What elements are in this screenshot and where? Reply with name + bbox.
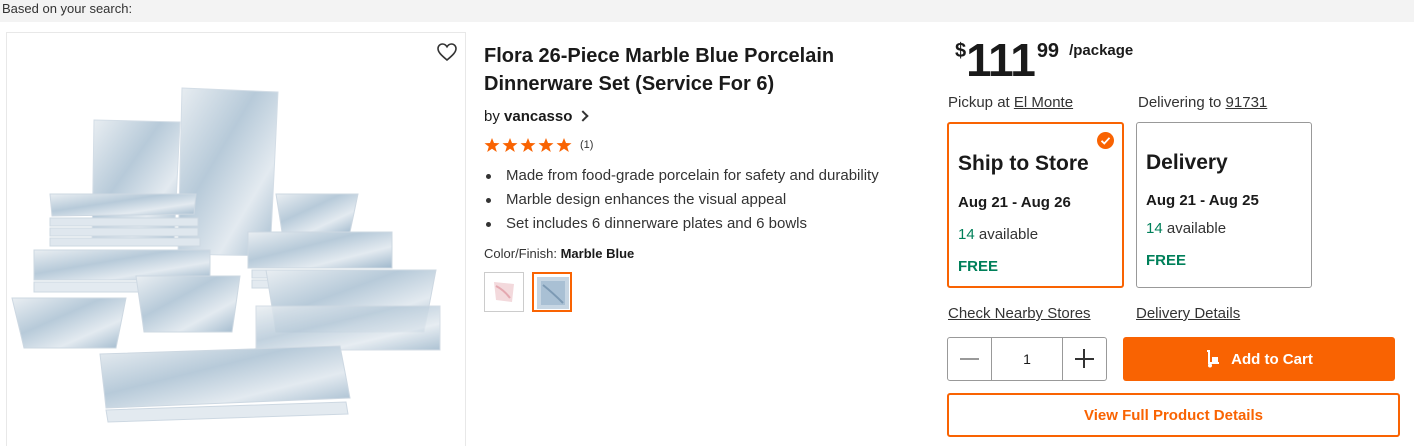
pickup-label: Pickup at <box>948 94 1010 111</box>
star-icon <box>502 138 518 152</box>
view-details-label: View Full Product Details <box>1084 406 1263 424</box>
option-cost: FREE <box>1146 252 1187 269</box>
star-icon <box>556 138 572 152</box>
add-to-cart-button[interactable]: Add to Cart <box>1123 337 1395 381</box>
color-value: Marble Blue <box>560 246 635 261</box>
pickup-store-link[interactable]: El Monte <box>1014 94 1073 111</box>
swatch-marble-blue[interactable] <box>532 272 572 312</box>
price-currency: $ <box>955 40 967 62</box>
available-label: available <box>978 226 1039 243</box>
rating-count[interactable]: (1) <box>580 139 593 151</box>
feature-list: Made from food-grade porcelain for safet… <box>484 164 879 236</box>
brand-name[interactable]: vancasso <box>504 108 572 125</box>
rating[interactable]: (1) <box>484 136 593 154</box>
star-icon <box>484 138 500 152</box>
option-availability: 14 available <box>958 226 1038 243</box>
option-title: Delivery <box>1146 151 1228 174</box>
available-count: 14 <box>958 226 975 243</box>
price-unit: /package <box>1069 42 1134 59</box>
option-dates: Aug 21 - Aug 26 <box>958 194 1071 211</box>
feature-bullet: Made from food-grade porcelain for safet… <box>484 164 879 188</box>
brand-link[interactable]: by vancasso <box>484 108 589 125</box>
delivery-option[interactable]: Delivery Aug 21 - Aug 25 14 available FR… <box>1136 122 1312 288</box>
star-icon <box>538 138 554 152</box>
option-cost: FREE <box>958 258 999 275</box>
quantity-stepper: 1 <box>947 337 1107 381</box>
star-icon <box>520 138 536 152</box>
delivering-label: Delivering to <box>1138 94 1222 111</box>
chevron-right-icon[interactable] <box>576 110 589 122</box>
feature-bullet: Set includes 6 dinnerware plates and 6 b… <box>484 212 879 236</box>
zip-code-link[interactable]: 91731 <box>1226 94 1268 111</box>
price-dollars: 111 <box>966 34 1036 86</box>
banner-text: Based on your search: <box>2 1 133 16</box>
color-label: Color/Finish: <box>484 246 557 261</box>
plus-icon[interactable] <box>1063 338 1106 380</box>
search-context-banner: Based on your search: <box>0 0 1414 22</box>
option-dates: Aug 21 - Aug 25 <box>1146 192 1259 209</box>
price: $ 111 99 /package <box>955 34 1133 86</box>
ship-to-store-option[interactable]: Ship to Store Aug 21 - Aug 26 14 availab… <box>947 122 1124 288</box>
title-line-1[interactable]: Flora 26-Piece Marble Blue Porcelain <box>484 42 924 70</box>
add-to-cart-label: Add to Cart <box>1231 350 1313 368</box>
available-count: 14 <box>1146 220 1163 237</box>
available-label: available <box>1166 220 1227 237</box>
check-circle-icon <box>1097 132 1114 149</box>
check-nearby-stores-link[interactable]: Check Nearby Stores <box>948 305 1091 322</box>
feature-bullet: Marble design enhances the visual appeal <box>484 188 879 212</box>
delivery-details-link[interactable]: Delivery Details <box>1136 305 1240 322</box>
title-line-2[interactable]: Dinnerware Set (Service For 6) <box>484 70 924 98</box>
swatch-pink-marble[interactable] <box>484 272 524 312</box>
option-title: Ship to Store <box>958 152 1089 175</box>
pickup-location: Pickup at El Monte <box>948 94 1073 111</box>
view-full-details-button[interactable]: View Full Product Details <box>947 393 1400 437</box>
delivery-location: Delivering to 91731 <box>1138 94 1267 111</box>
option-availability: 14 available <box>1146 220 1226 237</box>
product-image[interactable] <box>10 86 458 440</box>
quantity-input[interactable]: 1 <box>991 338 1063 380</box>
cart-dolly-icon <box>1207 350 1220 368</box>
heart-icon[interactable] <box>436 42 458 62</box>
product-title[interactable]: Flora 26-Piece Marble Blue Porcelain Din… <box>484 42 924 98</box>
minus-icon[interactable] <box>948 338 991 380</box>
price-cents: 99 <box>1036 40 1060 62</box>
color-finish-label: Color/Finish: Marble Blue <box>484 246 634 261</box>
by-label: by <box>484 108 500 125</box>
